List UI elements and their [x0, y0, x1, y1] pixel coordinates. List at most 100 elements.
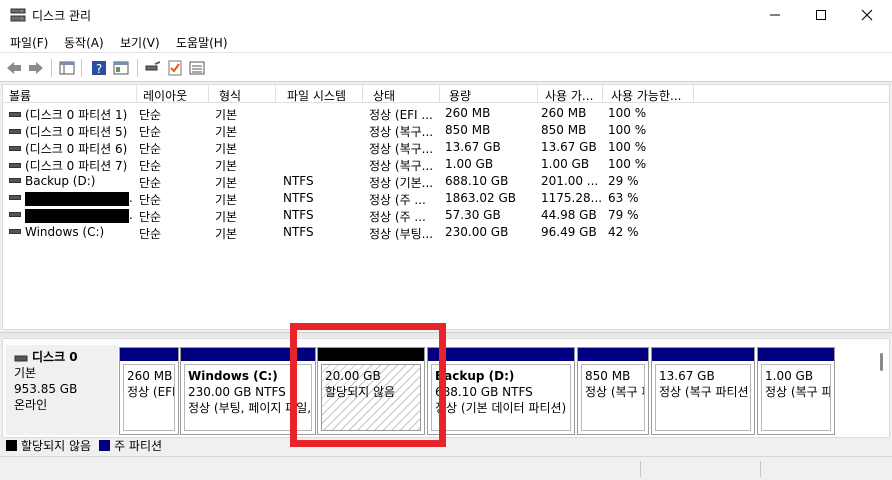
- redacted-volume-name: [25, 191, 129, 206]
- cell-type: 기본: [215, 108, 238, 122]
- disk-graphical-view: 디스크 0 기본 953.85 GB 온라인 260 MB 정상 (EFI 시스템…: [2, 338, 890, 438]
- cell-free-space: 260 MB: [541, 106, 587, 120]
- help-button[interactable]: ?: [90, 59, 108, 77]
- volume-row[interactable]: Backup (D:) 단순 기본 NTFS 정상 (기본... 688.10 GB 201…: [3, 173, 889, 190]
- partition-size: 1.00 GB: [765, 369, 814, 383]
- forward-button[interactable]: [27, 59, 45, 77]
- volume-row[interactable]: (디스크 0 파티션 7) 단순 기본 정상 (복구... 1.00 GB 1.00 GB…: [3, 156, 889, 173]
- back-button[interactable]: [5, 59, 23, 77]
- list-view-button[interactable]: [188, 59, 206, 77]
- partition-size: 260 MB: [127, 369, 173, 383]
- maximize-button[interactable]: [798, 0, 844, 30]
- volume-row[interactable]: . 단순 기본 NTFS 정상 (주 ... 57.30 GB 44.98 GB 79 %: [3, 207, 889, 224]
- toolbar: ?: [0, 52, 892, 82]
- partition-efi[interactable]: 260 MB 정상 (EFI 시스템 파티션): [119, 347, 179, 435]
- disk-0-info[interactable]: 디스크 0 기본 953.85 GB 온라인: [6, 345, 118, 435]
- partition-status: 정상 (복구 파티션): [765, 385, 830, 399]
- column-header-status[interactable]: 상태: [373, 87, 433, 104]
- column-divider[interactable]: [208, 85, 209, 103]
- column-header-percent-free[interactable]: 사용 가능한...: [611, 87, 691, 104]
- column-header-volume[interactable]: 볼륨: [9, 87, 129, 104]
- menu-action[interactable]: 동작(A): [64, 34, 104, 51]
- disk-icon: [14, 355, 28, 361]
- menu-bar: 파일(F) 동작(A) 보기(V) 도움말(H): [0, 30, 892, 52]
- window-title: 디스크 관리: [32, 9, 92, 23]
- cell-capacity: 230.00 GB: [445, 225, 509, 239]
- redacted-volume-name: [25, 208, 129, 223]
- volume-row[interactable]: (디스크 0 파티션 5) 단순 기본 정상 (복구... 850 MB 850 MB 10…: [3, 122, 889, 139]
- cell-type: 기본: [215, 125, 238, 139]
- column-divider[interactable]: [439, 85, 440, 103]
- menu-help[interactable]: 도움말(H): [176, 34, 228, 51]
- properties-icon: [113, 61, 129, 75]
- cell-layout: 단순: [139, 227, 162, 241]
- cell-volume: .: [9, 208, 133, 223]
- cell-percent-free: 100 %: [608, 106, 647, 120]
- cell-layout: 단순: [139, 125, 162, 139]
- graph-scrollbar[interactable]: [877, 347, 887, 435]
- properties-button[interactable]: [112, 59, 130, 77]
- disk-state: 온라인: [14, 398, 48, 412]
- console-tree-button[interactable]: [58, 59, 76, 77]
- console-tree-icon: [59, 61, 75, 75]
- cell-capacity: 1.00 GB: [445, 157, 494, 171]
- rescan-button[interactable]: [144, 59, 162, 77]
- svg-text:?: ?: [96, 62, 102, 76]
- column-header-free-space[interactable]: 사용 가...: [545, 87, 601, 104]
- cell-filesystem: NTFS: [283, 174, 314, 188]
- column-header-type[interactable]: 형식: [219, 87, 269, 104]
- drive-icon: [9, 163, 21, 168]
- cell-capacity: 57.30 GB: [445, 208, 501, 222]
- volume-list[interactable]: 볼륨 레이아웃 형식 파일 시스템 상태 용량 사용 가... 사용 가능한..…: [2, 84, 890, 330]
- cell-type: 기본: [215, 159, 238, 173]
- volume-row[interactable]: Windows (C:) 단순 기본 NTFS 정상 (부팅... 230.00 GB 96…: [3, 224, 889, 241]
- column-header-layout[interactable]: 레이아웃: [143, 87, 205, 104]
- cell-filesystem: NTFS: [283, 225, 314, 239]
- cell-percent-free: 100 %: [608, 123, 647, 137]
- menu-file[interactable]: 파일(F): [10, 34, 48, 51]
- pane-splitter[interactable]: [0, 332, 892, 337]
- partition-type-band: [120, 348, 178, 361]
- cell-percent-free: 42 %: [608, 225, 639, 239]
- cell-volume: Backup (D:): [9, 174, 133, 188]
- column-divider[interactable]: [537, 85, 538, 103]
- disk-management-icon: [10, 8, 26, 22]
- toolbar-separator: [137, 59, 138, 77]
- check-button[interactable]: [166, 59, 184, 77]
- volume-row[interactable]: (디스크 0 파티션 1) 단순 기본 정상 (EFI ... 260 MB 260 MB…: [3, 105, 889, 122]
- cell-filesystem: NTFS: [283, 191, 314, 205]
- close-icon: [861, 9, 873, 21]
- volume-row[interactable]: . 단순 기본 NTFS 정상 (주 ... 1863.02 GB 1175.28... 63…: [3, 190, 889, 207]
- rescan-disks-icon: [145, 61, 161, 71]
- cell-percent-free: 79 %: [608, 208, 639, 222]
- menu-view[interactable]: 보기(V): [120, 34, 160, 51]
- partition-size: 688.10 GB NTFS: [435, 385, 533, 399]
- cell-capacity: 260 MB: [445, 106, 491, 120]
- volume-name: Windows (C:): [25, 225, 105, 239]
- partition-status: 정상 (기본 데이터 파티션): [435, 401, 567, 415]
- cell-volume: (디스크 0 파티션 6): [9, 140, 133, 157]
- cell-volume: (디스크 0 파티션 5): [9, 123, 133, 140]
- cell-layout: 단순: [139, 193, 162, 207]
- column-divider[interactable]: [362, 85, 363, 103]
- column-divider[interactable]: [136, 85, 137, 103]
- cell-layout: 단순: [139, 176, 162, 190]
- volume-name: (디스크 0 파티션 1): [25, 108, 128, 122]
- partition-recovery-1[interactable]: 850 MB 정상 (복구 파티션): [577, 347, 649, 435]
- column-divider[interactable]: [602, 85, 603, 103]
- volume-name: (디스크 0 파티션 7): [25, 159, 128, 173]
- cell-free-space: 1175.28...: [541, 191, 601, 205]
- volume-row[interactable]: (디스크 0 파티션 6) 단순 기본 정상 (복구... 13.67 GB 13.67 …: [3, 139, 889, 156]
- column-divider[interactable]: [275, 85, 276, 103]
- column-header-capacity[interactable]: 용량: [449, 87, 529, 104]
- partition-recovery-2[interactable]: 13.67 GB 정상 (복구 파티션): [651, 347, 755, 435]
- partition-recovery-3[interactable]: 1.00 GB 정상 (복구 파티션): [757, 347, 835, 435]
- minimize-button[interactable]: [752, 0, 798, 30]
- column-header-filesystem[interactable]: 파일 시스템: [287, 87, 359, 104]
- partition-name: Backup (D:): [435, 369, 515, 383]
- partition-backup-d[interactable]: Backup (D:) 688.10 GB NTFS 정상 (기본 데이터 파티션): [427, 347, 575, 435]
- close-button[interactable]: [844, 0, 890, 30]
- scrollbar-thumb[interactable]: [880, 353, 883, 371]
- column-divider[interactable]: [693, 85, 694, 103]
- cell-free-space: 96.49 GB: [541, 225, 597, 239]
